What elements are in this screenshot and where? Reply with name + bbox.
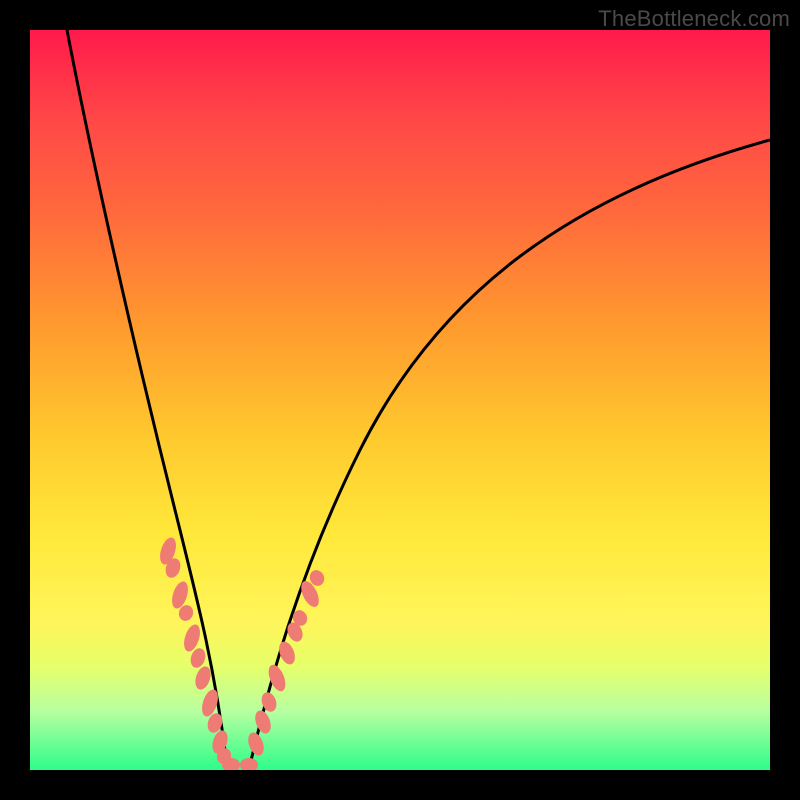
plot-area xyxy=(30,30,770,770)
right-markers xyxy=(240,568,327,770)
chart-frame: TheBottleneck.com xyxy=(0,0,800,800)
left-markers xyxy=(157,536,240,770)
watermark-text: TheBottleneck.com xyxy=(598,6,790,32)
curve-svg xyxy=(30,30,770,770)
right-branch-path xyxy=(250,140,770,765)
